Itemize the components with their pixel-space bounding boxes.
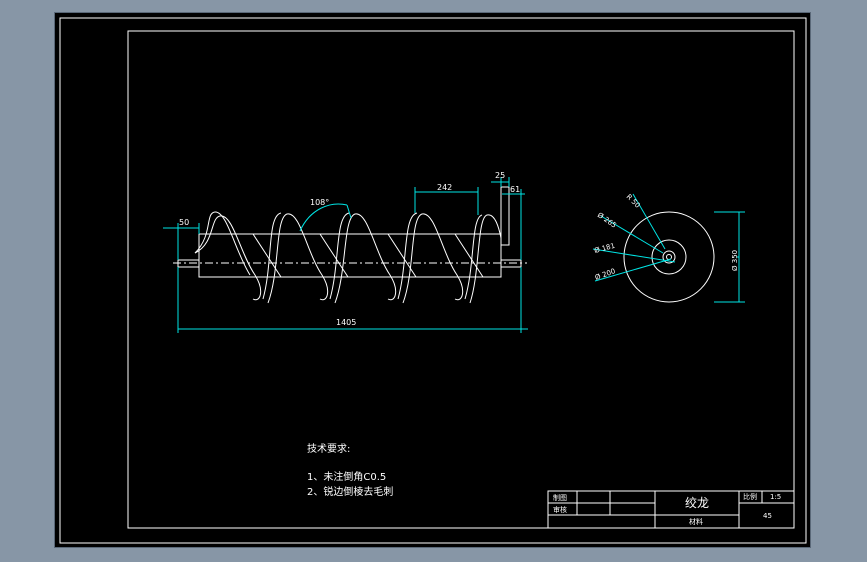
note-line-2: 2、锐边倒棱去毛刺 [307,485,393,498]
cad-viewport[interactable]: 50 108° 242 25 61 1405 R 50 Ø 265 Ø 181 … [54,12,811,548]
dim-d350: Ø 350 [731,250,739,271]
material-label: 材料 [689,517,703,526]
dim-shaft-end: 61 [510,185,520,194]
scale-value: 1:5 [770,493,781,501]
dim-helix-angle: 108° [310,198,329,207]
dim-d265: Ø 265 [596,211,618,230]
helical-flights [194,211,502,304]
tube-circle [651,239,687,275]
part-name: 绞龙 [685,495,709,510]
scale-label: 比例 [743,492,757,501]
dim-d181: Ø 181 [593,242,615,255]
checked-by-label: 审核 [553,505,567,514]
flight-outer-circle [623,211,715,303]
sheet-outer-border [59,17,807,544]
dim-d200: Ø 200 [594,267,617,282]
auger-end-view[interactable] [623,211,715,303]
notes-title: 技术要求: [307,442,350,455]
technical-requirements: 技术要求: 1、未注倒角C0.5 2、锐边倒棱去毛刺 [307,442,393,498]
drawn-by-label: 制图 [553,493,567,502]
dim-r50: R 50 [625,193,642,210]
side-view-dimensions: 50 108° 242 25 61 1405 [163,171,528,333]
dim-left-shaft: 50 [179,218,189,227]
dim-flange: 25 [495,171,505,180]
title-block: 制图 审核 绞龙 比例 1:5 材料 45 [547,490,795,529]
note-line-1: 1、未注倒角C0.5 [307,470,386,483]
end-flange [500,186,510,246]
dim-total-length: 1405 [336,318,356,327]
auger-side-view[interactable] [173,186,527,304]
sheet-inner-border [127,30,795,529]
material-value: 45 [763,512,772,520]
end-view-dimensions: R 50 Ø 265 Ø 181 Ø 200 Ø 350 [592,193,745,303]
drawing-canvas: 50 108° 242 25 61 1405 R 50 Ø 265 Ø 181 … [59,17,807,544]
dim-pitch: 242 [437,183,452,192]
